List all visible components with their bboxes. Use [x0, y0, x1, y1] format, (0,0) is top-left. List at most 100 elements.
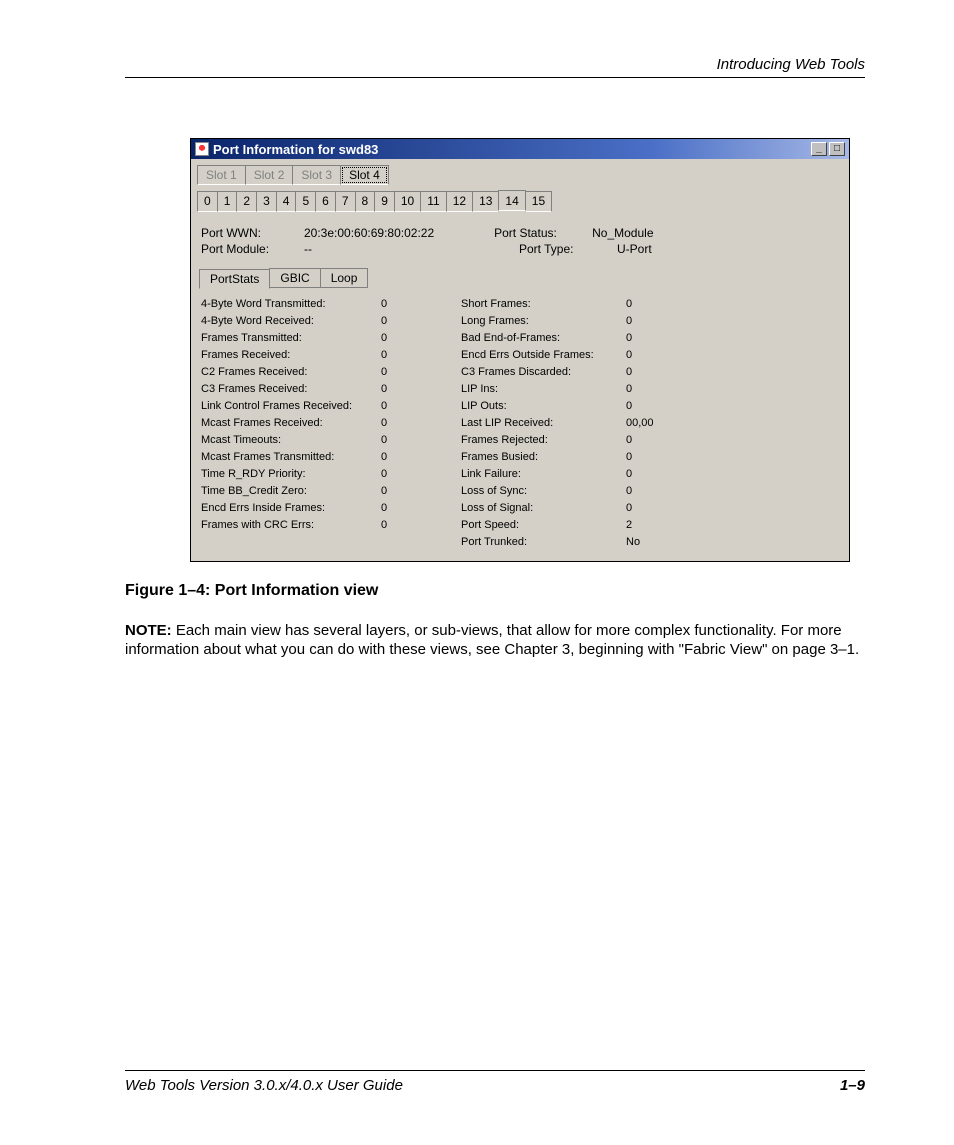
stat-row: Frames Busied:0 — [461, 449, 666, 466]
slot-tab[interactable]: Slot 1 — [197, 165, 246, 185]
stat-value: 0 — [381, 296, 421, 313]
port-type-label: Port Type: — [519, 242, 599, 256]
stat-row: Time R_RDY Priority:0 — [201, 466, 421, 483]
stat-value: 0 — [626, 313, 666, 330]
port-tab[interactable]: 3 — [256, 191, 277, 212]
stat-row: Port Speed:2 — [461, 517, 666, 534]
port-tab[interactable]: 9 — [374, 191, 395, 212]
stat-row: Long Frames:0 — [461, 313, 666, 330]
maximize-button[interactable]: □ — [829, 142, 845, 156]
stat-row: Mcast Frames Transmitted:0 — [201, 449, 421, 466]
port-status-label: Port Status: — [494, 226, 574, 240]
page-header: Introducing Web Tools — [125, 56, 865, 78]
stat-label: Link Failure: — [461, 466, 626, 483]
note-text: Each main view has several layers, or su… — [125, 622, 859, 658]
stat-row: Time BB_Credit Zero:0 — [201, 483, 421, 500]
stat-value: 0 — [626, 483, 666, 500]
stat-value: 0 — [626, 398, 666, 415]
window-title: Port Information for swd83 — [213, 142, 378, 157]
stat-tabs: PortStatsGBICLoop — [199, 268, 843, 288]
stat-value: 0 — [381, 415, 421, 432]
slot-tab[interactable]: Slot 2 — [245, 165, 294, 185]
stat-row: Frames with CRC Errs:0 — [201, 517, 421, 534]
stat-row: Short Frames:0 — [461, 296, 666, 313]
port-tab[interactable]: 2 — [236, 191, 257, 212]
stat-value: 0 — [381, 466, 421, 483]
port-tab[interactable]: 5 — [295, 191, 316, 212]
stat-label: C2 Frames Received: — [201, 364, 381, 381]
stat-label: Mcast Timeouts: — [201, 432, 381, 449]
page-footer: Web Tools Version 3.0.x/4.0.x User Guide… — [125, 1070, 865, 1094]
slot-tabs: Slot 1Slot 2Slot 3Slot 4 — [197, 165, 843, 185]
stat-row: Last LIP Received:00,00 — [461, 415, 666, 432]
stat-label: Encd Errs Outside Frames: — [461, 347, 626, 364]
port-tab[interactable]: 1 — [217, 191, 238, 212]
stat-tab[interactable]: PortStats — [199, 269, 270, 289]
window-body: Slot 1Slot 2Slot 3Slot 4 012345678910111… — [191, 159, 849, 561]
stat-label: Port Speed: — [461, 517, 626, 534]
stat-label: Encd Errs Inside Frames: — [201, 500, 381, 517]
stat-value: 0 — [381, 432, 421, 449]
port-tab[interactable]: 13 — [472, 191, 499, 212]
stat-value: 0 — [381, 449, 421, 466]
port-tab[interactable]: 0 — [197, 191, 218, 212]
stat-row: Frames Transmitted:0 — [201, 330, 421, 347]
stat-label: Loss of Signal: — [461, 500, 626, 517]
stat-value: 0 — [626, 449, 666, 466]
stat-value: 0 — [381, 500, 421, 517]
port-tab[interactable]: 6 — [315, 191, 336, 212]
stat-value: 0 — [381, 381, 421, 398]
stat-label: Bad End-of-Frames: — [461, 330, 626, 347]
stat-value: 0 — [626, 296, 666, 313]
stat-row: Link Failure:0 — [461, 466, 666, 483]
port-tab[interactable]: 8 — [355, 191, 376, 212]
port-number-tabs: 0123456789101112131415 — [197, 191, 843, 212]
port-module-label: Port Module: — [201, 242, 286, 256]
port-tab[interactable]: 4 — [276, 191, 297, 212]
port-status-value: No_Module — [592, 226, 653, 240]
stat-value: 0 — [381, 313, 421, 330]
stat-tab[interactable]: GBIC — [269, 268, 320, 288]
stat-value: 0 — [381, 347, 421, 364]
stat-row: Link Control Frames Received:0 — [201, 398, 421, 415]
port-wwn-value: 20:3e:00:60:69:80:02:22 — [304, 226, 434, 240]
port-tab[interactable]: 15 — [525, 191, 552, 212]
port-tab[interactable]: 11 — [420, 191, 446, 212]
port-wwn-label: Port WWN: — [201, 226, 286, 240]
stat-row: 4-Byte Word Received:0 — [201, 313, 421, 330]
port-tab[interactable]: 10 — [394, 191, 421, 212]
port-tab[interactable]: 7 — [335, 191, 356, 212]
stat-label: 4-Byte Word Transmitted: — [201, 296, 381, 313]
stat-row: Mcast Timeouts:0 — [201, 432, 421, 449]
stat-label: Mcast Frames Transmitted: — [201, 449, 381, 466]
port-tab[interactable]: 12 — [446, 191, 473, 212]
minimize-button[interactable]: _ — [811, 142, 827, 156]
stat-row: Port Trunked:No — [461, 534, 666, 551]
stat-label: Frames Busied: — [461, 449, 626, 466]
stat-label: Link Control Frames Received: — [201, 398, 381, 415]
figure-caption: Figure 1–4: Port Information view — [125, 582, 865, 600]
stat-row: LIP Ins:0 — [461, 381, 666, 398]
stat-label: LIP Outs: — [461, 398, 626, 415]
stat-value: 0 — [381, 364, 421, 381]
stat-row: Mcast Frames Received:0 — [201, 415, 421, 432]
stat-value: 0 — [626, 466, 666, 483]
stat-row: C3 Frames Received:0 — [201, 381, 421, 398]
stat-value: 0 — [626, 500, 666, 517]
stat-value: 0 — [626, 381, 666, 398]
stat-row: Encd Errs Outside Frames:0 — [461, 347, 666, 364]
stat-value: 0 — [626, 330, 666, 347]
stat-label: Frames Received: — [201, 347, 381, 364]
stat-row: Encd Errs Inside Frames:0 — [201, 500, 421, 517]
port-module-value: -- — [304, 242, 459, 256]
port-tab[interactable]: 14 — [498, 190, 525, 211]
stat-tab[interactable]: Loop — [320, 268, 369, 288]
stat-value: 0 — [381, 483, 421, 500]
stat-row: LIP Outs:0 — [461, 398, 666, 415]
stat-value: 0 — [381, 517, 421, 534]
footer-page-number: 1–9 — [840, 1077, 865, 1094]
stat-row: 4-Byte Word Transmitted:0 — [201, 296, 421, 313]
slot-tab[interactable]: Slot 4 — [340, 165, 389, 185]
stat-row: C3 Frames Discarded:0 — [461, 364, 666, 381]
slot-tab[interactable]: Slot 3 — [292, 165, 341, 185]
